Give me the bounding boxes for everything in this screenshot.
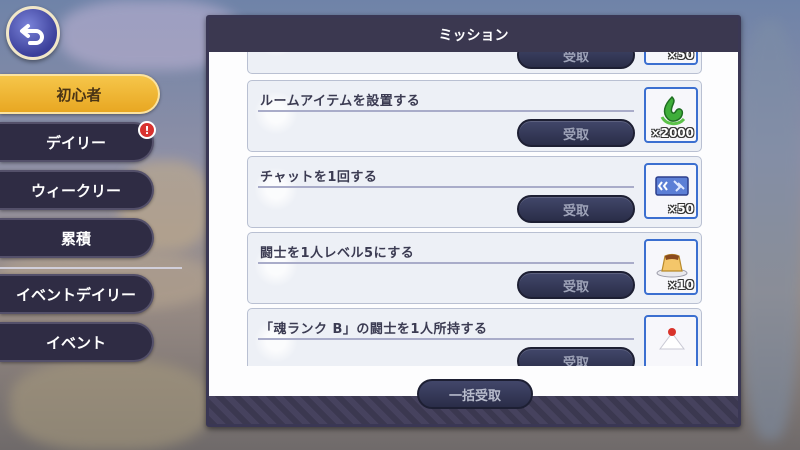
- tab-label: デイリー: [45, 133, 106, 152]
- sidebar-divider: [0, 267, 182, 269]
- mission-title: ルームアイテムを設置する: [260, 94, 421, 109]
- reward-box: ×2000: [644, 87, 698, 143]
- ticket-icon: [655, 176, 689, 196]
- mission-title: 「魂ランク B」の闘士を1人所持する: [260, 322, 488, 337]
- flower-decoration: [254, 52, 298, 57]
- back-arrow-icon: [20, 24, 44, 45]
- mission-panel: ミッション 受取 ×50 ルームアイテムを設置する 受取 ×2000 チャットを…: [206, 15, 741, 427]
- reward-quantity: ×50: [667, 52, 694, 62]
- title-underline: [258, 110, 634, 112]
- claim-button[interactable]: 受取: [517, 119, 635, 147]
- mission-title: 闘士を1人レベル5にする: [260, 246, 415, 261]
- claim-all-button[interactable]: 一括受取: [417, 379, 533, 409]
- reward-quantity: ×10: [667, 278, 694, 292]
- cake-icon: [659, 328, 685, 350]
- mission-card: ルームアイテムを設置する 受取 ×2000: [247, 80, 702, 152]
- tab-label: 初心者: [56, 85, 102, 104]
- reward-box: ×50: [644, 163, 698, 219]
- mission-card: 「魂ランク B」の闘士を1人所持する 受取: [247, 308, 702, 366]
- mission-title: チャットを1回する: [260, 170, 378, 185]
- reward-quantity: ×2000: [650, 126, 694, 140]
- claim-button[interactable]: 受取: [517, 195, 635, 223]
- background-blur: [10, 360, 210, 450]
- tab-weekly[interactable]: ウィークリー: [0, 170, 154, 210]
- title-underline: [258, 338, 634, 340]
- pudding-icon: [656, 253, 688, 278]
- tab-beginner[interactable]: 初心者: [0, 74, 160, 114]
- back-button[interactable]: [6, 6, 60, 60]
- tab-event[interactable]: イベント: [0, 322, 154, 362]
- tab-label: イベントデイリー: [15, 285, 136, 304]
- alert-badge-icon: !: [138, 121, 156, 139]
- tab-daily[interactable]: デイリー: [0, 122, 154, 162]
- title-underline: [258, 262, 634, 264]
- mission-list[interactable]: 受取 ×50 ルームアイテムを設置する 受取 ×2000 チャットを1回する 受…: [247, 52, 702, 366]
- tab-cumulative[interactable]: 累積: [0, 218, 154, 258]
- claim-button[interactable]: 受取: [517, 347, 635, 366]
- background-blur: [740, 20, 800, 440]
- reward-quantity: ×50: [667, 202, 694, 216]
- mission-card: 闘士を1人レベル5にする 受取 ×10: [247, 232, 702, 304]
- tab-label: イベント: [45, 333, 106, 352]
- mission-card: チャットを1回する 受取 ×50: [247, 156, 702, 228]
- green-crystal-icon: [660, 95, 686, 126]
- claim-button[interactable]: 受取: [517, 271, 635, 299]
- tab-label: ウィークリー: [30, 181, 121, 200]
- claim-button[interactable]: 受取: [517, 52, 635, 69]
- title-underline: [258, 186, 634, 188]
- reward-box: ×10: [644, 239, 698, 295]
- mission-card: 受取 ×50: [247, 52, 702, 74]
- panel-title: ミッション: [438, 28, 509, 44]
- tab-label: 累積: [60, 229, 91, 248]
- reward-box: [644, 315, 698, 366]
- tab-event-daily[interactable]: イベントデイリー: [0, 274, 154, 314]
- panel-header: ミッション: [209, 18, 738, 52]
- reward-box: ×50: [644, 52, 698, 65]
